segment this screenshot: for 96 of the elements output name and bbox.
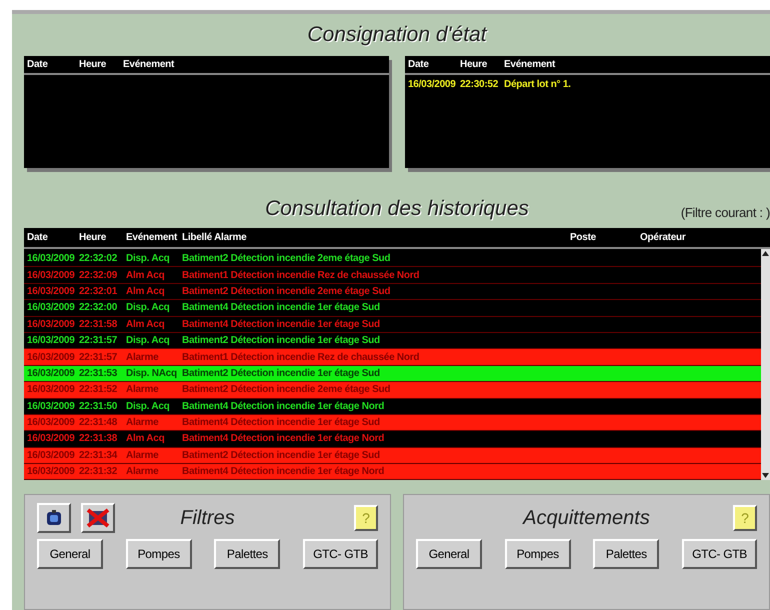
- section-title: Consultation des historiques: [265, 196, 529, 222]
- filter-button[interactable]: Pompes: [126, 539, 192, 569]
- table-cell-text: Disp. Acq: [126, 334, 170, 348]
- table-cell-text: Batiment4 Détection incendie 1er étage Sud: [182, 301, 381, 316]
- column-header: Date: [408, 58, 430, 72]
- section-title: Consignation d'état: [307, 22, 487, 48]
- history-row[interactable]: 16/03/2009 22:32:02 Disp. Acq Batiment2 Détection incendie 2eme étage Sud: [24, 251, 761, 268]
- filter-label: (Filtre courant : ): [680, 204, 770, 222]
- table-cell-text: Batiment1 Détection incendie Rez de chaussée Nord: [182, 268, 420, 283]
- table-cell-text: Disp. NAcq: [126, 366, 178, 381]
- filter-button[interactable]: Palettes: [214, 539, 280, 569]
- history-row[interactable]: 16/03/2009 22:31:57 Disp. Acq Batiment2 Détection incendie 1er étage Sud: [24, 332, 761, 350]
- table-cell-text: Alm Acq: [126, 268, 166, 283]
- table-cell-text: 22:31:48: [79, 416, 118, 430]
- table-cell-text: 22:32:02: [79, 252, 118, 266]
- table-cell-text: Alm Acq: [126, 318, 166, 332]
- table-cell-text: 16/03/2009: [27, 448, 76, 463]
- column-header: Evénement: [126, 231, 178, 245]
- table-cell-text: Alarme: [126, 383, 160, 398]
- table-cell-text: Batiment2 Détection incendie 2eme étage Sud: [182, 252, 392, 266]
- table-cell-text: Batiment2 Détection incendie 1er étage Sud: [182, 334, 381, 348]
- table-cell-text: 16/03/2009: [408, 78, 457, 92]
- history-row[interactable]: 16/03/2009 22:31:38 Alm Acq Batiment4 Détection incendie 1er étage Nord: [24, 431, 761, 448]
- table-cell-text: Batiment2 Détection incendie 2eme étage Sud: [182, 383, 392, 398]
- table-cell-text: Disp. Acq: [126, 252, 170, 266]
- table-cell-text: 22:31:52: [79, 383, 118, 398]
- scroll-up-icon[interactable]: [761, 249, 770, 258]
- table-cell-text: Alarme: [126, 350, 160, 365]
- table-cell-text: Batiment4 Détection incendie 1er étage Sud: [182, 318, 381, 332]
- column-header: Heure: [79, 58, 108, 72]
- table-cell-text: Batiment4 Détection incendie 1er étage Nord: [182, 400, 386, 414]
- history-row[interactable]: 16/03/2009 22:31:50 Disp. Acq Batiment4 Détection incendie 1er étage Nord: [24, 398, 761, 415]
- filter-button[interactable]: Palettes: [593, 539, 660, 569]
- filter-button[interactable]: General: [416, 539, 482, 569]
- column-header: Heure: [460, 58, 488, 72]
- table-cell-text: 16/03/2009: [27, 318, 76, 332]
- column-header: Date: [27, 58, 49, 72]
- panel-title: Acquittements: [521, 506, 651, 531]
- table-cell-text: 16/03/2009: [27, 383, 76, 398]
- table-cell-text: 16/03/2009: [27, 252, 76, 266]
- column-header: Heure: [79, 231, 108, 245]
- table-cell-text: 22:31:50: [79, 400, 118, 414]
- history-row[interactable]: 16/03/2009 22:31:58 Alm Acq Batiment4 Détection incendie 1er étage Sud: [24, 316, 761, 333]
- history-row[interactable]: 16/03/2009 22:31:53 Disp. NAcq Batiment2 Détection incendie 1er étage Sud: [24, 366, 761, 382]
- table-cell-text: 22:32:00: [79, 301, 118, 316]
- table-cell-text: Alarme: [126, 465, 160, 480]
- table-cell-text: Batiment1 Détection incendie Rez de chaussée Nord: [182, 350, 420, 365]
- column-header: Evénement: [123, 58, 174, 72]
- table-cell-text: 22:32:01: [79, 284, 118, 299]
- column-header: Date: [27, 231, 49, 245]
- table-cell-text: 16/03/2009: [27, 366, 76, 381]
- table-cell-text: 22:31:38: [79, 432, 118, 446]
- table-cell-text: Départ lot n° 1.: [504, 78, 571, 92]
- table-cell-text: Disp. Acq: [126, 301, 170, 316]
- table-cell-text: 22:31:34: [79, 448, 118, 463]
- table-cell-text: Batiment2 Détection incendie 1er étage Sud: [182, 448, 381, 463]
- table-cell-text: Disp. Acq: [126, 400, 170, 414]
- table-cell-text: Alarme: [126, 416, 160, 430]
- table-cell-text: 16/03/2009: [27, 350, 76, 365]
- table-cell-text: 16/03/2009: [27, 334, 76, 348]
- table-cell-text: 22:31:57: [79, 350, 118, 365]
- table-cell-text: 16/03/2009: [27, 416, 76, 430]
- table-cell-text: Alm Acq: [126, 284, 166, 299]
- scrollbar[interactable]: [761, 249, 770, 480]
- filter-button[interactable]: General: [37, 539, 103, 569]
- table-cell-text: Alarme: [126, 448, 160, 463]
- table-cell-text: Batiment4 Détection incendie 1er étage Nord: [182, 465, 386, 480]
- table-cell-text: 22:30:52: [460, 78, 500, 92]
- table-cell-text: Alm Acq: [126, 432, 166, 446]
- table-cell-text: Batiment4 Détection incendie 1er étage Nord: [182, 432, 386, 446]
- table-cell-text: 16/03/2009: [27, 268, 76, 283]
- filter-button[interactable]: Pompes: [504, 539, 571, 569]
- table-cell-text: 22:32:09: [79, 268, 118, 283]
- table-cell-text: 16/03/2009: [27, 465, 76, 480]
- table-cell-text: Batiment2 Détection incendie 1er étage Sud: [182, 366, 381, 381]
- filter-button[interactable]: GTC- GTB: [682, 539, 757, 569]
- panel-title: Filtres: [179, 506, 236, 531]
- column-header: Libellé Alarme: [182, 231, 248, 245]
- table-cell-text: 16/03/2009: [27, 400, 76, 414]
- table-cell-text: 16/03/2009: [27, 284, 76, 299]
- filter-button[interactable]: GTC- GTB: [303, 539, 378, 569]
- table-cell-text: 22:31:57: [79, 334, 118, 348]
- table-cell-text: 16/03/2009: [27, 301, 76, 316]
- table-cell-text: 16/03/2009: [27, 432, 76, 446]
- table-cell-text: 22:31:58: [79, 318, 118, 332]
- column-header: Poste: [570, 231, 597, 245]
- column-header: Opérateur: [640, 231, 686, 245]
- table-cell-text: 22:31:32: [79, 465, 118, 480]
- table-cell-text: 22:31:53: [79, 366, 118, 381]
- history-row[interactable]: 16/03/2009 22:32:00 Disp. Acq Batiment4 Détection incendie 1er étage Sud: [24, 300, 761, 317]
- history-row[interactable]: 16/03/2009 22:32:01 Alm Acq Batiment2 Détection incendie 2eme étage Sud: [24, 284, 761, 300]
- cancel-icon[interactable]: [81, 503, 115, 533]
- table-cell-text: Batiment2 Détection incendie 2eme étage Sud: [182, 284, 392, 299]
- table-cell-text: Batiment4 Détection incendie 1er étage Sud: [182, 416, 381, 430]
- cube-icon[interactable]: [37, 503, 71, 533]
- column-header: Evénement: [504, 58, 556, 72]
